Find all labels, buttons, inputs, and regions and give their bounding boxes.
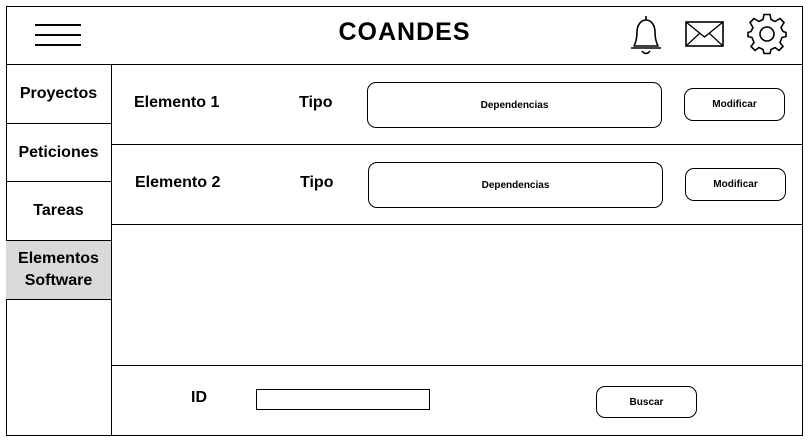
header-bar: COANDES xyxy=(6,6,803,65)
element-row: Elemento 2 Tipo Dependencias Modificar xyxy=(112,145,803,225)
sidebar-item-proyectos[interactable]: Proyectos xyxy=(6,65,111,124)
element-name: Elemento 1 xyxy=(134,94,220,111)
modify-button[interactable]: Modificar xyxy=(685,168,786,201)
dependencies-button[interactable]: Dependencias xyxy=(367,82,662,128)
sidebar-item-label: Elementos Software xyxy=(18,250,99,289)
app-title: COANDES xyxy=(338,18,471,46)
mail-icon[interactable] xyxy=(685,19,725,54)
element-row: Elemento 1 Tipo Dependencias Modificar xyxy=(112,65,803,145)
id-label: ID xyxy=(191,389,207,406)
sidebar-item-tareas[interactable]: Tareas xyxy=(6,182,111,241)
sidebar-item-label: Peticiones xyxy=(18,143,99,161)
sidebar-item-label: Tareas xyxy=(33,202,84,219)
element-name: Elemento 2 xyxy=(135,174,221,191)
element-type-label: Tipo xyxy=(300,174,334,191)
modify-button[interactable]: Modificar xyxy=(684,88,785,121)
sidebar-item-elementos-software[interactable]: Elementos Software xyxy=(6,241,111,300)
sidebar-item-peticiones[interactable]: Peticiones xyxy=(6,124,111,182)
sidebar-item-label: Proyectos xyxy=(19,85,98,102)
search-button[interactable]: Buscar xyxy=(596,386,697,418)
sidebar: Proyectos Peticiones Tareas Elementos So… xyxy=(6,65,112,436)
id-input[interactable] xyxy=(256,389,430,410)
gear-icon[interactable] xyxy=(746,13,788,60)
element-type-label: Tipo xyxy=(299,94,333,111)
search-bar: ID Buscar xyxy=(112,365,803,436)
bell-icon[interactable] xyxy=(626,14,666,63)
dependencies-button[interactable]: Dependencias xyxy=(368,162,663,208)
empty-content-area xyxy=(112,226,803,365)
